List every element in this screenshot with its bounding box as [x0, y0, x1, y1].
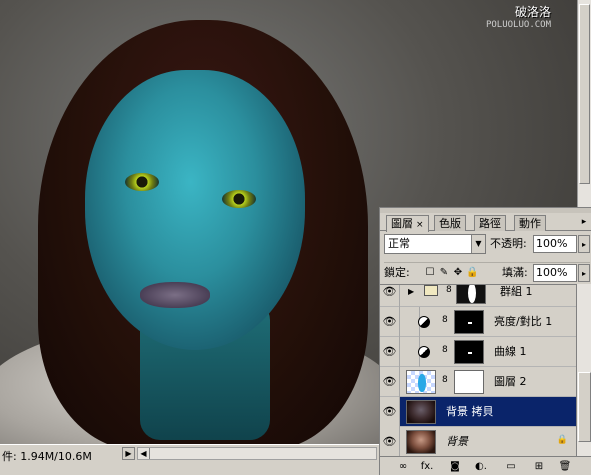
layers-list: 👁 ▶ 8 群組 1 👁 8 亮度/對比 1 👁 8 曲線 1 👁 8 圖層 2… — [380, 284, 576, 456]
layer-thumbnail[interactable] — [406, 370, 436, 394]
group-mask-thumbnail[interactable] — [456, 285, 486, 304]
fill-label: 填滿: — [502, 266, 528, 279]
panel-tabs: 圖層 × 色版 路徑 動作 ▸ — [380, 213, 591, 232]
chevron-down-icon[interactable]: ▼ — [471, 235, 485, 253]
photo-left-eye — [125, 173, 159, 191]
layer-name: 背景 拷貝 — [446, 405, 494, 418]
lock-label: 鎖定: — [384, 266, 410, 279]
visibility-eye-icon[interactable]: 👁 — [380, 337, 400, 367]
opacity-input[interactable]: 100% — [533, 235, 577, 253]
layers-bottom-toolbar: ∞ fx. ◙ ◐. ▭ ⊞ 🗑 — [380, 456, 591, 475]
layer-name: 亮度/對比 1 — [494, 315, 553, 328]
layer-mask-thumbnail[interactable] — [454, 370, 484, 394]
photo-right-eye — [222, 190, 256, 208]
tab-channels[interactable]: 色版 — [434, 215, 466, 231]
folder-icon — [424, 285, 438, 296]
layer-thumbnail[interactable] — [406, 430, 436, 454]
blend-opacity-row: 正常 ▼ 不透明: 100% ▸ — [384, 234, 590, 254]
lock-transparent-icon[interactable]: ☐ — [424, 267, 436, 279]
tab-layers-label: 圖層 — [391, 217, 413, 230]
opacity-label: 不透明: — [490, 237, 527, 250]
adjustment-layer-icon — [418, 316, 430, 328]
photoshop-window: 破洛洛 POLUOLUO.COM 件: 1.94M/10.6M ▶ ◀ 圖層 × … — [0, 0, 591, 475]
visibility-eye-icon[interactable]: 👁 — [380, 285, 400, 307]
layer-name: 圖層 2 — [494, 375, 527, 388]
layer-thumbnail[interactable] — [406, 400, 436, 424]
layer-name: 背景 — [446, 435, 468, 448]
panel-menu-icon[interactable]: ▸ — [578, 216, 590, 228]
layer-name: 曲線 1 — [494, 345, 527, 358]
close-icon[interactable]: × — [416, 220, 424, 230]
tab-actions-label: 動作 — [519, 217, 541, 230]
tab-channels-label: 色版 — [439, 217, 461, 230]
tab-paths[interactable]: 路徑 — [474, 215, 506, 231]
canvas-horizontal-scrollbar[interactable]: ◀ — [137, 447, 377, 460]
group-expand-icon[interactable]: ▶ — [408, 285, 414, 307]
layer-mask-thumbnail[interactable] — [454, 340, 484, 364]
layers-scrollbar[interactable] — [576, 284, 591, 456]
layers-scroll-thumb[interactable] — [578, 372, 591, 442]
visibility-eye-icon[interactable]: 👁 — [380, 427, 400, 456]
fill-input[interactable]: 100% — [533, 264, 577, 282]
opacity-slider-icon[interactable]: ▸ — [578, 235, 590, 253]
watermark: 破洛洛 POLUOLUO.COM — [486, 6, 551, 32]
watermark-url: POLUOLUO.COM — [485, 20, 551, 30]
document-size-info: 件: 1.94M/10.6M — [2, 450, 92, 463]
visibility-eye-icon[interactable]: 👁 — [380, 307, 400, 337]
link-chain-icon: 8 — [446, 285, 452, 295]
status-menu-arrow-icon[interactable]: ▶ — [122, 447, 135, 460]
indent-cell — [400, 307, 420, 337]
trash-icon[interactable]: 🗑 — [558, 460, 572, 474]
link-layers-icon[interactable]: ∞ — [396, 460, 410, 474]
lock-fill-row: 鎖定: ☐ ✎ ✥ 🔒 填滿: 100% ▸ — [384, 262, 590, 282]
scroll-left-icon[interactable]: ◀ — [138, 448, 150, 459]
link-chain-icon: 8 — [442, 375, 448, 385]
lock-icon: 🔒 — [556, 435, 568, 445]
layer-row-background[interactable]: 👁 背景 🔒 — [380, 427, 576, 456]
layers-panel: 圖層 × 色版 路徑 動作 ▸ 正常 ▼ 不透明: 100% ▸ 鎖定: ☐ ✎… — [379, 207, 591, 475]
lock-pixels-icon[interactable]: ✎ — [438, 267, 450, 279]
blend-mode-value: 正常 — [388, 237, 410, 250]
layer-name: 群組 1 — [500, 285, 533, 298]
lock-position-icon[interactable]: ✥ — [452, 267, 464, 279]
visibility-eye-icon[interactable]: 👁 — [380, 367, 400, 397]
tab-actions[interactable]: 動作 — [514, 215, 546, 231]
layer-row-curves[interactable]: 👁 8 曲線 1 — [380, 337, 576, 367]
adjustment-layer-icon — [418, 346, 430, 358]
link-chain-icon: 8 — [442, 345, 448, 355]
layer-row-layer-2[interactable]: 👁 8 圖層 2 — [380, 367, 576, 397]
indent-cell — [400, 337, 420, 367]
visibility-eye-icon[interactable]: 👁 — [380, 397, 400, 427]
watermark-title: 破洛洛 — [514, 5, 551, 19]
adjustment-layer-icon[interactable]: ◐. — [474, 460, 488, 474]
tab-layers[interactable]: 圖層 × — [386, 215, 429, 232]
new-layer-icon[interactable]: ⊞ — [532, 460, 546, 474]
canvas-scroll-thumb[interactable] — [579, 4, 590, 184]
layer-mask-thumbnail[interactable] — [454, 310, 484, 334]
fx-icon[interactable]: fx. — [420, 460, 434, 474]
layer-row-group-1[interactable]: 👁 ▶ 8 群組 1 — [380, 285, 576, 307]
link-chain-icon: 8 — [442, 315, 448, 325]
photo-lips — [140, 282, 210, 308]
layer-row-background-copy[interactable]: 👁 背景 拷貝 — [380, 397, 576, 427]
blend-mode-select[interactable]: 正常 ▼ — [384, 234, 486, 254]
layer-row-brightness-contrast[interactable]: 👁 8 亮度/對比 1 — [380, 307, 576, 337]
photo-face — [85, 70, 305, 350]
lock-all-icon[interactable]: 🔒 — [466, 267, 478, 279]
new-group-icon[interactable]: ▭ — [504, 460, 518, 474]
tab-paths-label: 路徑 — [479, 217, 501, 230]
add-mask-icon[interactable]: ◙ — [448, 460, 462, 474]
fill-slider-icon[interactable]: ▸ — [578, 264, 590, 282]
